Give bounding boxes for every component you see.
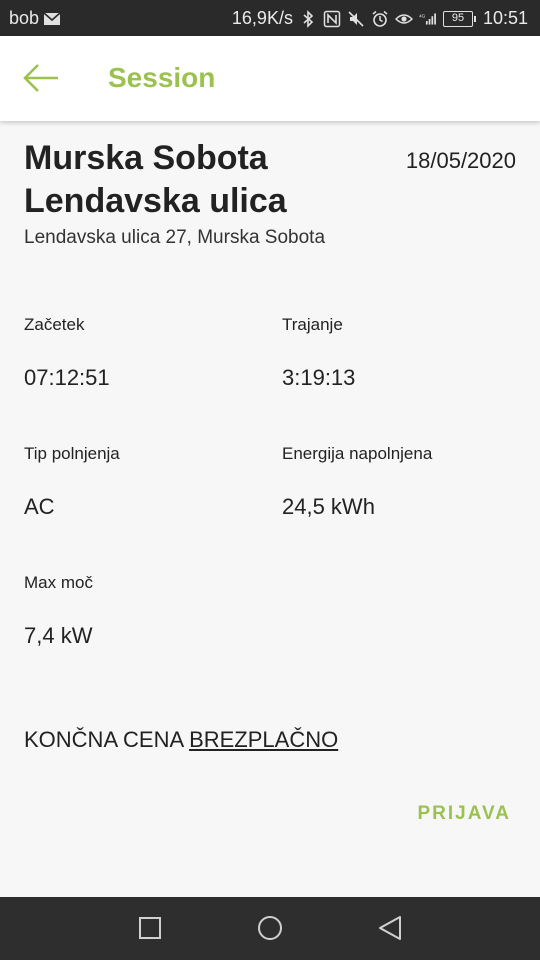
arrow-left-icon[interactable] (22, 62, 60, 94)
final-price-value[interactable]: BREZPLAČNO (189, 727, 338, 752)
signal-icon: 4G (419, 12, 436, 25)
recent-apps-icon[interactable] (135, 913, 165, 943)
battery-level: 95 (451, 12, 465, 24)
duration-value: 3:19:13 (282, 365, 356, 390)
status-bar-left: bob (9, 8, 61, 29)
mail-icon (43, 11, 61, 25)
mute-icon (348, 10, 364, 27)
status-bar: bob 16,9K/s 4G 95 10:51 (0, 0, 540, 36)
start-label: Začetek (24, 315, 85, 334)
max-power-value: 7,4 kW (24, 623, 93, 648)
svg-text:4G: 4G (419, 13, 426, 19)
start-value: 07:12:51 (24, 365, 110, 390)
home-icon[interactable] (255, 913, 285, 943)
location-name: Murska Sobota Lendavska ulica (24, 137, 364, 223)
energy-label: Energija napolnjena (282, 444, 433, 463)
page-title: Session (108, 62, 216, 93)
nfc-icon (323, 10, 341, 27)
location-name-line-1: Murska Sobota (24, 139, 268, 177)
status-bar-right: 16,9K/s 4G 95 10:51 (232, 8, 528, 29)
alarm-icon (372, 10, 388, 27)
final-price-label: KONČNA CENA (24, 727, 183, 752)
back-icon[interactable] (375, 913, 405, 943)
duration-label: Trajanje (282, 315, 343, 334)
session-date: 18/05/2020 (405, 148, 516, 173)
bluetooth-icon (303, 9, 314, 28)
navigation-bar (0, 897, 540, 960)
report-button[interactable]: PRIJAVA (417, 803, 511, 825)
charge-type-value: AC (24, 494, 55, 519)
eye-comfort-icon (394, 13, 413, 24)
final-price: KONČNA CENA BREZPLAČNO (24, 727, 338, 753)
location-name-line-2: Lendavska ulica (24, 182, 287, 220)
battery-icon: 95 (442, 10, 476, 27)
charge-type-label: Tip polnjenja (24, 444, 120, 463)
max-power-label: Max moč (24, 573, 93, 592)
clock: 10:51 (482, 8, 528, 28)
app-bar: Session (0, 36, 540, 121)
carrier-name: bob (9, 8, 40, 28)
energy-value: 24,5 kWh (282, 494, 375, 519)
location-address: Lendavska ulica 27, Murska Sobota (24, 227, 326, 248)
network-speed: 16,9K/s (231, 8, 293, 28)
